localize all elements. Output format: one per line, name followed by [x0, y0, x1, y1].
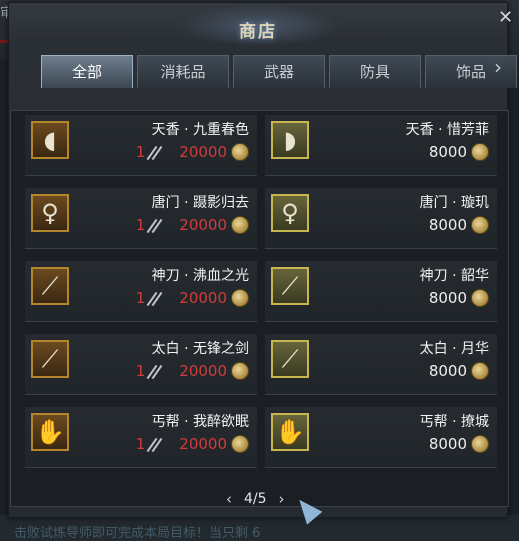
close-button[interactable]: ✕ [498, 7, 513, 28]
shop-item[interactable]: ⟋ 神刀 · 沸血之光 1 20000 [25, 261, 257, 322]
price-row: 8000 [429, 141, 489, 163]
shop-item[interactable]: ♀ 唐门 · 蹑影归去 1 20000 [25, 188, 257, 249]
item-name: 丐帮 · 我醉欲眠 [151, 414, 249, 430]
doll-icon: ♀ [31, 194, 69, 232]
stack-icon [147, 289, 161, 307]
shop-item[interactable]: ⟋ 神刀 · 韶华 8000 [265, 261, 497, 322]
item-price: 20000 [179, 143, 227, 161]
item-price: 8000 [428, 143, 467, 161]
shop-item[interactable]: ⟋ 太白 · 月华 8000 [265, 334, 497, 395]
coin-icon [471, 289, 489, 307]
coin-icon [231, 143, 249, 161]
price-row: 1 20000 [136, 433, 249, 455]
coin-icon [231, 435, 249, 453]
tabs-next-arrow[interactable]: › [494, 55, 502, 79]
objective-hint-text: 击败试炼导师即可完成本局目标！当只剩 6 [14, 526, 261, 541]
tab-consumables[interactable]: 消耗品 [137, 55, 229, 88]
coin-icon [471, 362, 489, 380]
price-row: 8000 [429, 433, 489, 455]
tab-armor[interactable]: 防具 [329, 55, 421, 88]
shop-item[interactable]: ⟋ 太白 · 无锋之剑 1 20000 [25, 334, 257, 395]
item-name: 唐门 · 蹑影归去 [151, 195, 249, 211]
item-price: 20000 [179, 362, 227, 380]
prev-page-button[interactable]: ‹ [222, 490, 236, 508]
stack-icon [147, 216, 161, 234]
next-page-button[interactable]: › [275, 490, 289, 508]
item-price: 20000 [179, 289, 227, 307]
doll-icon: ♀ [271, 194, 309, 232]
item-name: 唐门 · 璇玑 [419, 195, 489, 211]
shop-item[interactable]: ✋ 丐帮 · 我醉欲眠 1 20000 [25, 407, 257, 468]
tab-weapons[interactable]: 武器 [233, 55, 325, 88]
item-name: 太白 · 月华 [419, 341, 489, 357]
item-count: 1 [135, 289, 146, 307]
coin-icon [231, 216, 249, 234]
item-name: 神刀 · 沸血之光 [151, 268, 249, 284]
shop-item[interactable]: ✋ 丐帮 · 撩城 8000 [265, 407, 497, 468]
coin-icon [471, 143, 489, 161]
coin-icon [471, 435, 489, 453]
price-row: 1 20000 [136, 141, 249, 163]
window-title: 商店 [239, 22, 277, 42]
item-name: 天香 · 惜芳菲 [405, 122, 489, 138]
stack-icon [147, 362, 161, 380]
price-row: 8000 [429, 214, 489, 236]
coin-icon [231, 362, 249, 380]
item-price: 20000 [179, 435, 227, 453]
item-count: 1 [135, 143, 146, 161]
price-row: 1 20000 [136, 214, 249, 236]
item-count: 1 [135, 216, 146, 234]
price-row: 1 20000 [136, 360, 249, 382]
sword-icon: ⟋ [271, 340, 309, 378]
item-name: 丐帮 · 撩城 [419, 414, 489, 430]
item-name: 天香 · 九重春色 [151, 122, 249, 138]
tab-all[interactable]: 全部 [41, 55, 133, 88]
gauntlet-icon: ✋ [271, 413, 309, 451]
item-price: 8000 [428, 362, 467, 380]
price-row: 1 20000 [136, 287, 249, 309]
price-row: 8000 [429, 287, 489, 309]
shop-item[interactable]: ◖ 天香 · 九重春色 1 20000 [25, 115, 257, 176]
fan-icon: ◖ [31, 121, 69, 159]
item-price: 8000 [428, 435, 467, 453]
item-grid: ◖ 天香 · 九重春色 1 20000 ♀ 唐门 · 蹑影归去 1 20000 … [10, 110, 509, 507]
blade-icon: ⟋ [271, 267, 309, 305]
item-name: 神刀 · 韶华 [419, 268, 489, 284]
stack-icon [147, 143, 161, 161]
tab-accessories[interactable]: 饰品 [425, 55, 517, 88]
coin-icon [231, 289, 249, 307]
item-price: 8000 [428, 289, 467, 307]
pagination: ‹ 4/5 › [222, 489, 289, 509]
fan-icon: ◗ [271, 121, 309, 159]
sword-icon: ⟋ [31, 340, 69, 378]
gauntlet-icon: ✋ [31, 413, 69, 451]
item-price: 8000 [428, 216, 467, 234]
shop-item[interactable]: ◗ 天香 · 惜芳菲 8000 [265, 115, 497, 176]
shop-item[interactable]: ♀ 唐门 · 璇玑 8000 [265, 188, 497, 249]
blade-icon: ⟋ [31, 267, 69, 305]
coin-icon [471, 216, 489, 234]
stack-icon [147, 435, 161, 453]
item-count: 1 [135, 362, 146, 380]
item-count: 1 [135, 435, 146, 453]
item-name: 太白 · 无锋之剑 [151, 341, 249, 357]
item-price: 20000 [179, 216, 227, 234]
page-indicator: 4/5 [244, 491, 267, 507]
price-row: 8000 [429, 360, 489, 382]
